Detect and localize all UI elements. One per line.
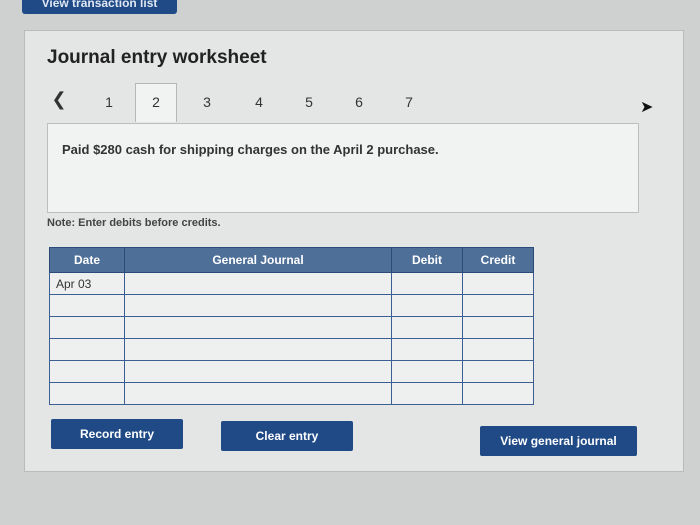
worksheet-title: Journal entry worksheet: [47, 47, 267, 68]
table-row: [49, 382, 534, 405]
credit-cell[interactable]: [462, 382, 534, 405]
general-journal-header: General Journal: [124, 247, 392, 273]
credit-cell[interactable]: [462, 360, 534, 383]
journal-table: Date General Journal Debit Credit Apr 03: [49, 247, 534, 405]
table-row: [49, 316, 534, 339]
clear-entry-button[interactable]: Clear entry: [221, 421, 353, 451]
tab-4[interactable]: 4: [239, 87, 279, 121]
debit-cell[interactable]: [391, 272, 463, 295]
credit-header: Credit: [462, 247, 534, 273]
debit-cell[interactable]: [391, 382, 463, 405]
account-cell[interactable]: [124, 382, 392, 405]
transaction-description: Paid $280 cash for shipping charges on t…: [62, 142, 439, 157]
tab-1[interactable]: 1: [89, 87, 129, 121]
date-cell: [49, 294, 125, 317]
credit-cell[interactable]: [462, 294, 534, 317]
account-cell[interactable]: [124, 360, 392, 383]
tab-3[interactable]: 3: [187, 87, 227, 121]
view-general-journal-button[interactable]: View general journal: [480, 426, 637, 456]
record-entry-button[interactable]: Record entry: [51, 419, 183, 449]
table-row: [49, 338, 534, 361]
worksheet-panel: Journal entry worksheet ❮ 1 2 3 4 5 6 7 …: [24, 30, 684, 472]
account-cell[interactable]: [124, 294, 392, 317]
account-cell[interactable]: [124, 338, 392, 361]
credit-cell[interactable]: [462, 316, 534, 339]
account-cell[interactable]: [124, 272, 392, 295]
transaction-description-box: Paid $280 cash for shipping charges on t…: [47, 123, 639, 213]
mouse-cursor-icon: ➤: [640, 99, 654, 116]
tab-bar: ❮ 1 2 3 4 5 6 7: [45, 83, 445, 123]
credit-cell[interactable]: [462, 272, 534, 295]
entry-note: Note: Enter debits before credits.: [47, 217, 221, 229]
date-cell: [49, 316, 125, 339]
date-cell: Apr 03: [49, 272, 125, 295]
table-row: [49, 294, 534, 317]
date-cell: [49, 360, 125, 383]
debit-cell[interactable]: [391, 360, 463, 383]
debit-cell[interactable]: [391, 316, 463, 339]
journal-header-row: Date General Journal Debit Credit: [49, 247, 534, 273]
credit-cell[interactable]: [462, 338, 534, 361]
view-transaction-list-button[interactable]: View transaction list: [22, 0, 177, 14]
tab-5[interactable]: 5: [289, 87, 329, 121]
date-cell: [49, 382, 125, 405]
debit-header: Debit: [391, 247, 463, 273]
tab-6[interactable]: 6: [339, 87, 379, 121]
debit-cell[interactable]: [391, 338, 463, 361]
date-cell: [49, 338, 125, 361]
date-header: Date: [49, 247, 125, 273]
tab-7[interactable]: 7: [389, 87, 429, 121]
debit-cell[interactable]: [391, 294, 463, 317]
table-row: Apr 03: [49, 272, 534, 295]
tab-2[interactable]: 2: [135, 83, 177, 122]
table-row: [49, 360, 534, 383]
chevron-left-icon[interactable]: ❮: [49, 89, 69, 110]
account-cell[interactable]: [124, 316, 392, 339]
